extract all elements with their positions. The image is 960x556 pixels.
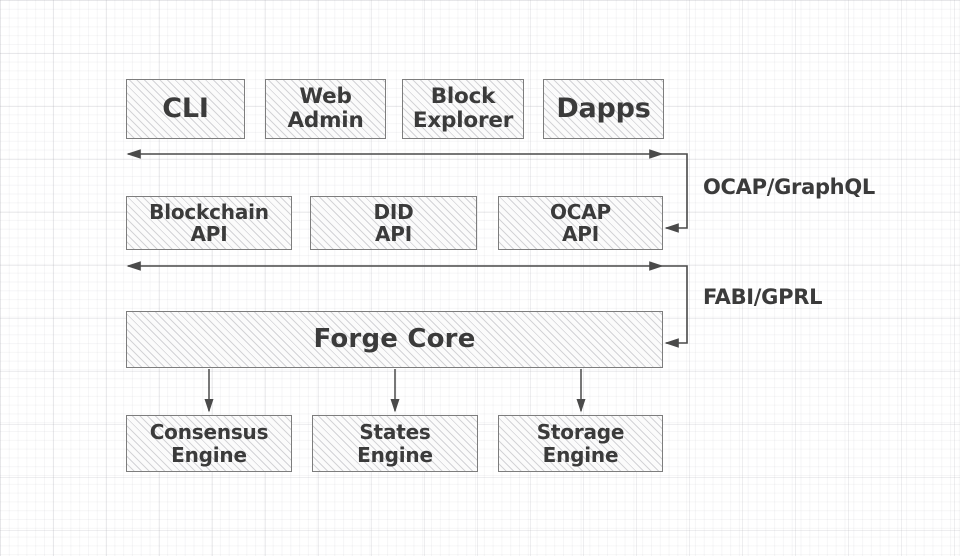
node-states-engine[interactable]: States Engine	[312, 415, 478, 472]
edge-label-ocap-graphql: OCAP/GraphQL	[703, 175, 875, 199]
diagram-canvas: CLI Web Admin Block Explorer Dapps Block…	[0, 0, 960, 556]
node-blockchain-api[interactable]: Blockchain API	[126, 196, 292, 250]
node-web-admin[interactable]: Web Admin	[265, 79, 386, 139]
node-block-explorer[interactable]: Block Explorer	[402, 79, 524, 139]
node-dapps[interactable]: Dapps	[543, 79, 664, 139]
node-storage-engine[interactable]: Storage Engine	[498, 415, 663, 472]
edge-label-fabi-gprl: FABI/GPRL	[703, 285, 823, 309]
node-did-api[interactable]: DID API	[310, 196, 477, 250]
node-ocap-api[interactable]: OCAP API	[498, 196, 663, 250]
connector-clients-to-ocap-api	[662, 153, 688, 233]
node-consensus-engine[interactable]: Consensus Engine	[126, 415, 292, 472]
node-forge-core[interactable]: Forge Core	[126, 311, 663, 368]
node-cli[interactable]: CLI	[126, 79, 245, 139]
connector-apis-to-forge-core	[662, 265, 688, 348]
